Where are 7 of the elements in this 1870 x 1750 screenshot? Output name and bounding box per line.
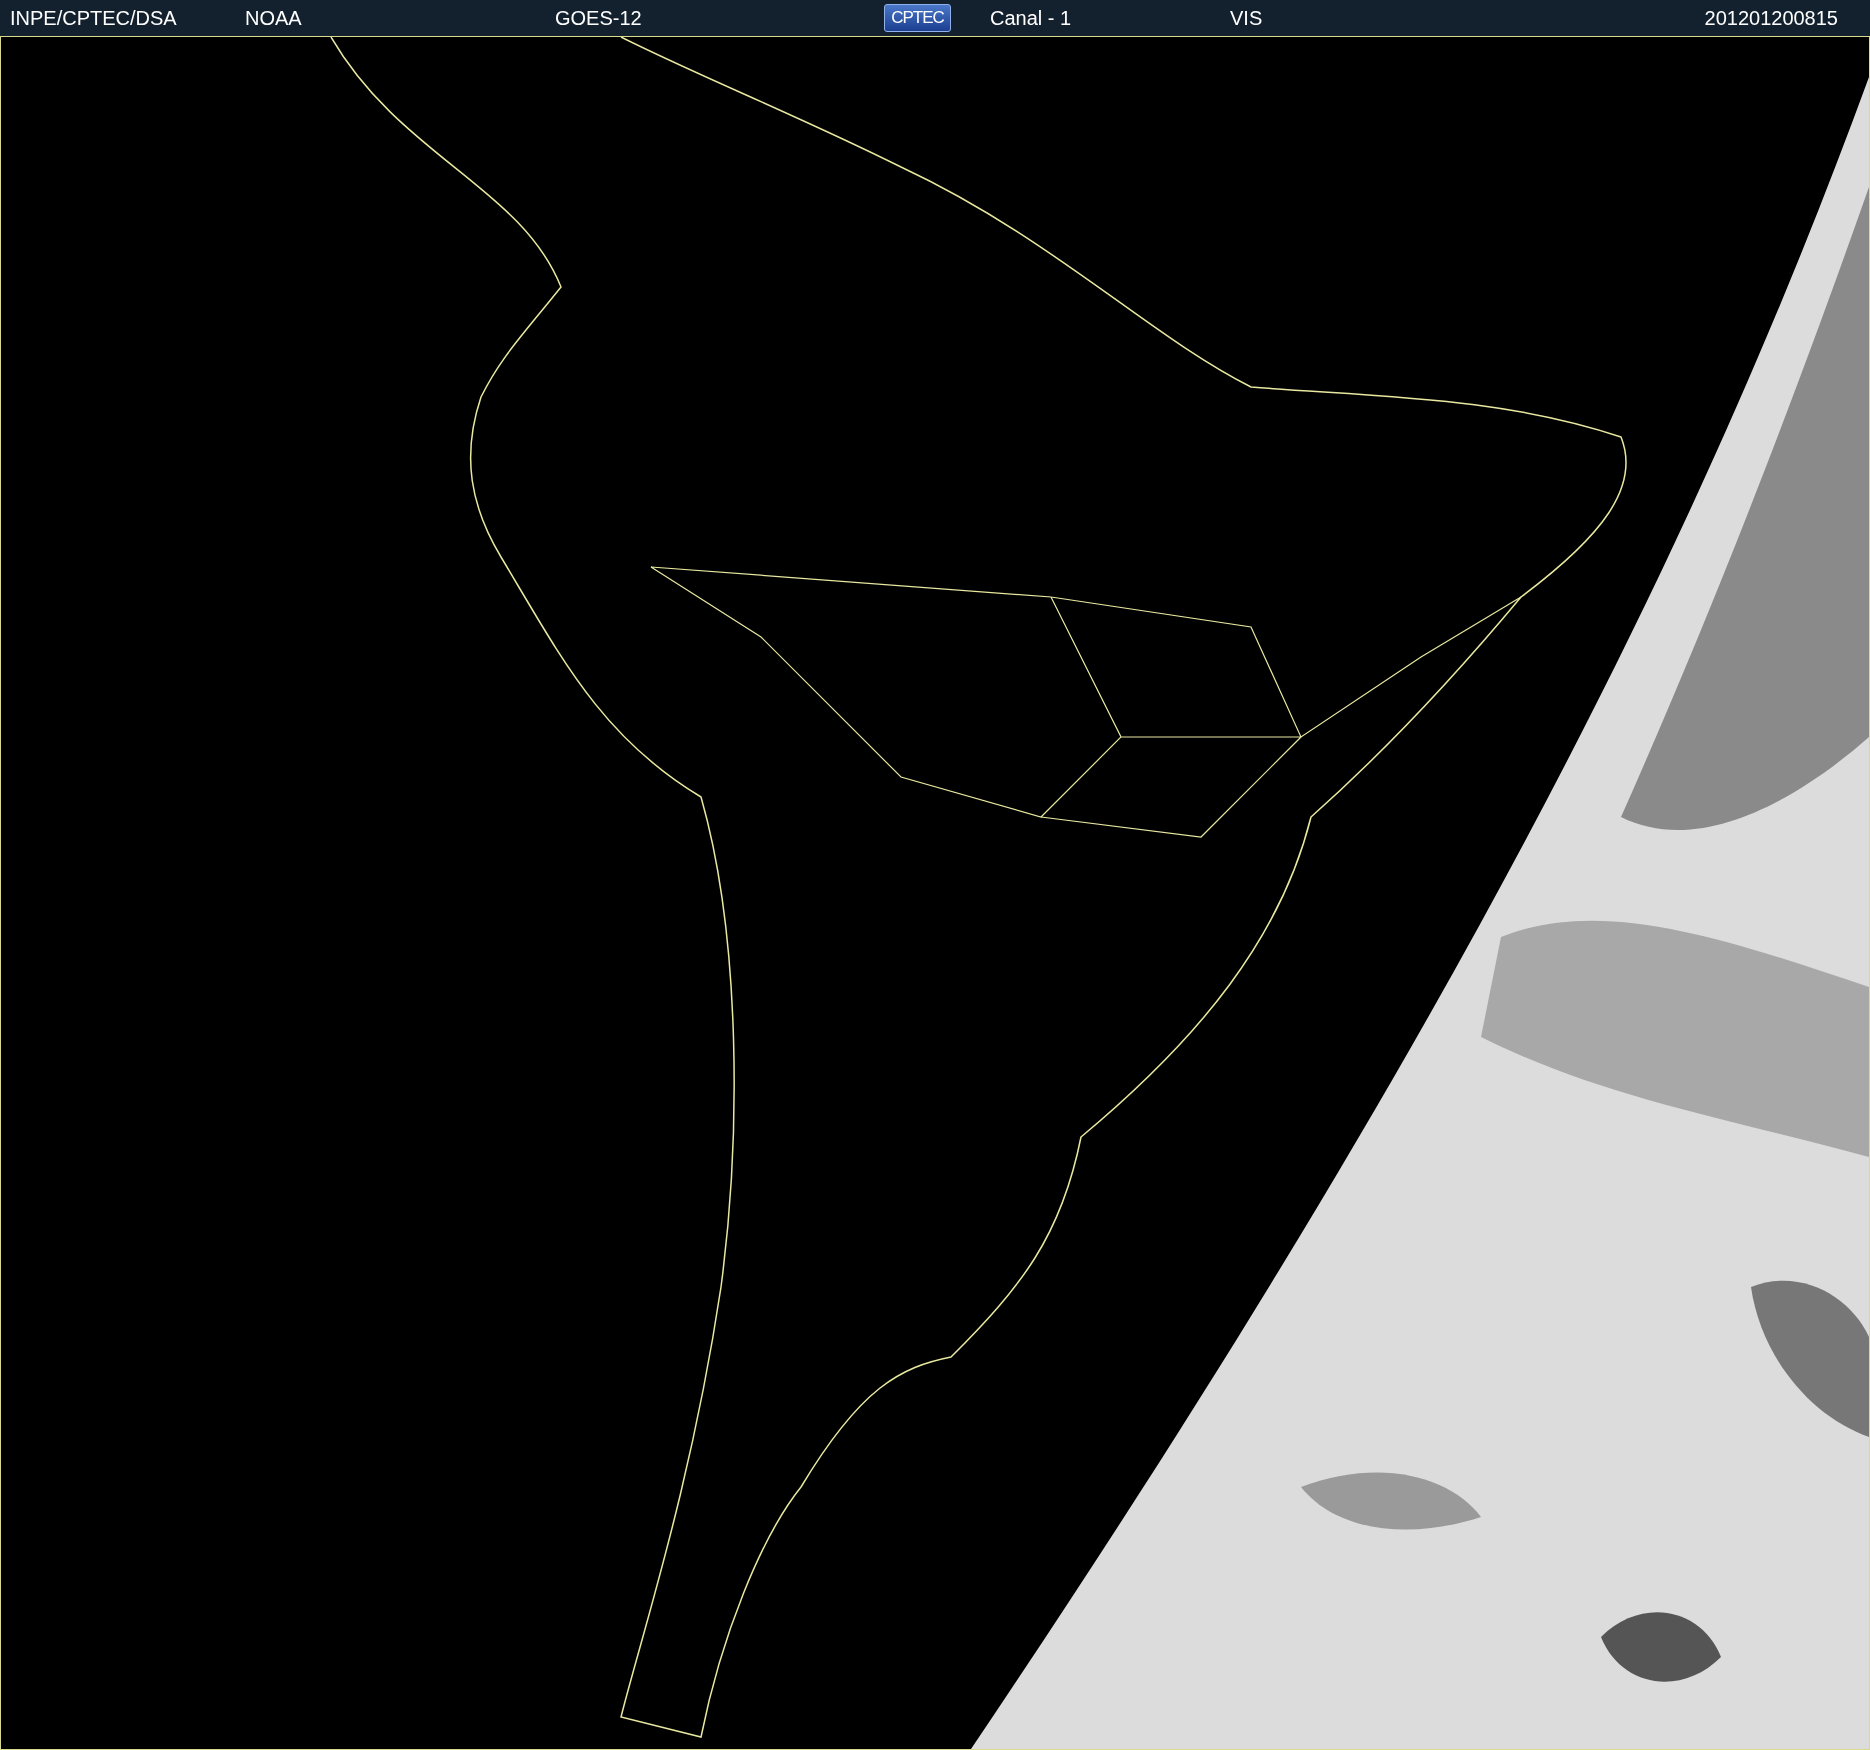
logo: CPTEC [884,4,951,32]
header-text: GOES-12 [554,6,642,30]
header-text: 201201200815 [1703,6,1839,30]
header-text: INPE/CPTEC/DSA [9,6,177,30]
header-text: VIS [1229,6,1263,30]
header-text: Canal - 1 [989,6,1072,30]
header-text: NOAA [244,6,302,30]
